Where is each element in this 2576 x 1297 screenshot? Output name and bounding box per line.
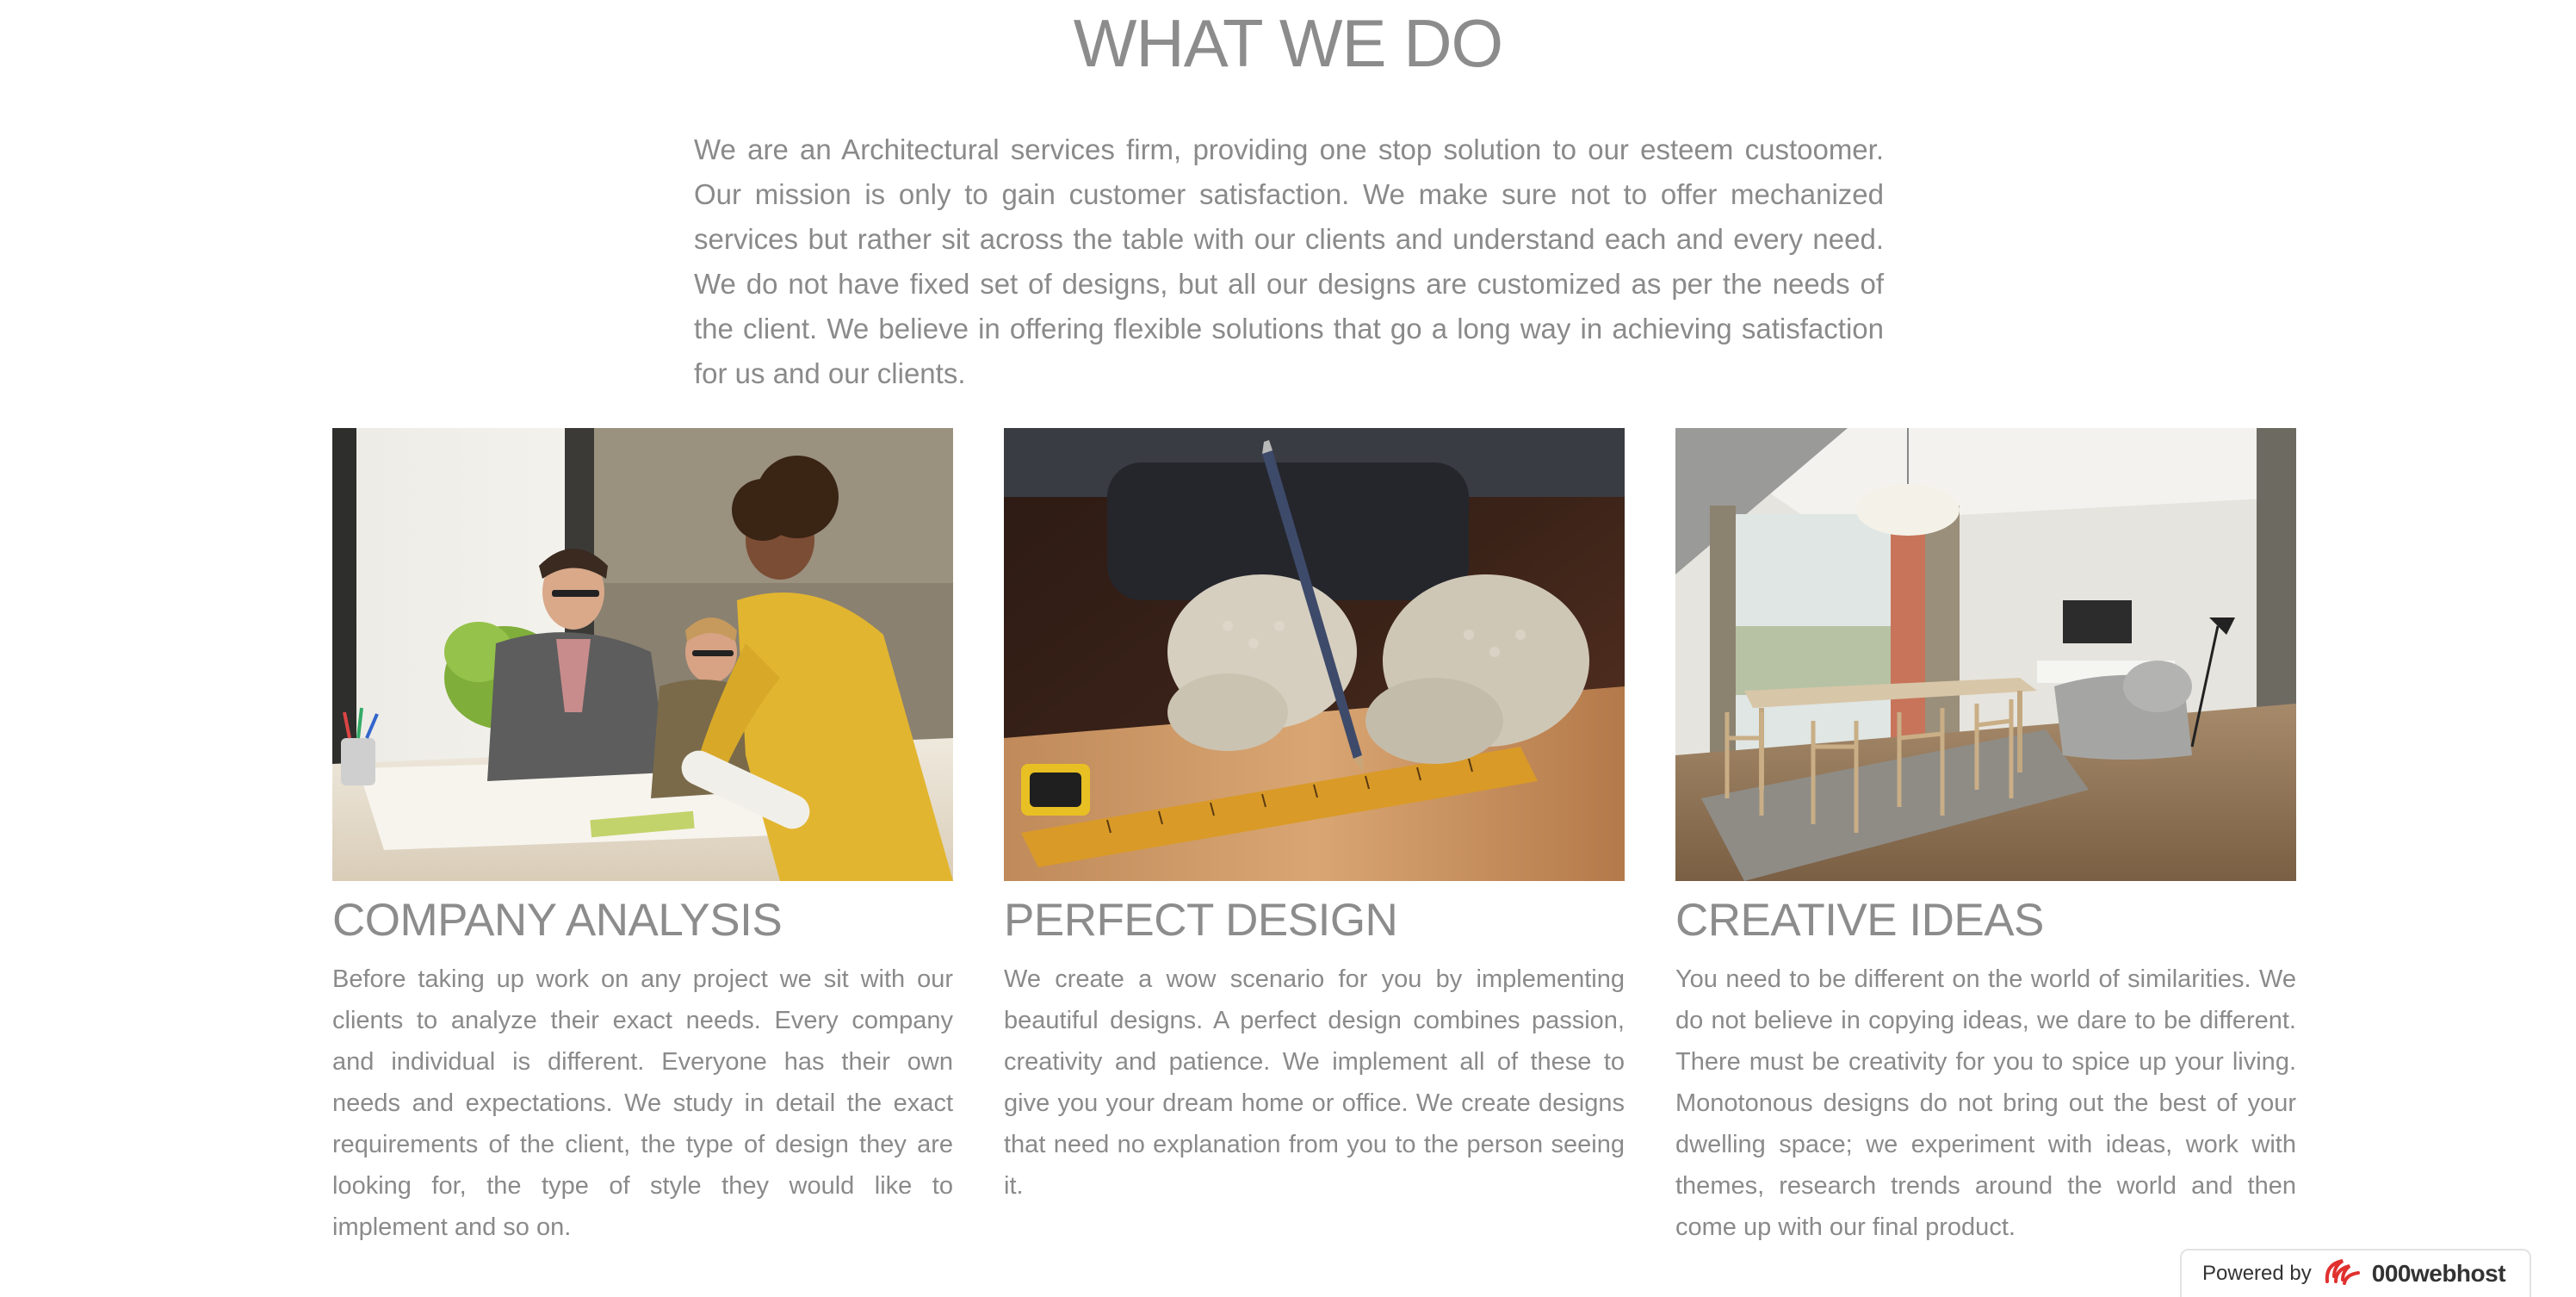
team-reviewing-blueprints-photo (332, 428, 953, 881)
company-analysis-text: Before taking up work on any project we … (332, 965, 953, 1241)
service-card-perfect-design: PERFECT DESIGN We create a wow scenario … (1004, 428, 1625, 1207)
powered-by-label: Powered by (2202, 1262, 2312, 1285)
000webhost-logo-icon (2322, 1256, 2363, 1293)
creative-ideas-text: You need to be different on the world of… (1675, 965, 2296, 1241)
modern-dining-living-room-photo (1675, 428, 2296, 881)
service-card-company-analysis: COMPANY ANALYSIS Before taking up work o… (332, 428, 953, 1248)
perfect-design-title: PERFECT DESIGN (1004, 895, 1398, 946)
powered-by-brand: 000webhost (2371, 1260, 2506, 1287)
section-title: WHAT WE DO (1073, 5, 1503, 81)
service-card-creative-ideas: CREATIVE IDEAS You need to be different … (1675, 428, 2296, 1248)
perfect-design-text: We create a wow scenario for you by impl… (1004, 965, 1625, 1200)
powered-by-badge[interactable]: Powered by 000webhost (2180, 1249, 2531, 1297)
gloved-hands-pencil-ruler-photo (1004, 428, 1625, 881)
what-we-do-section: WHAT WE DO We are an Architectural servi… (0, 0, 2576, 1297)
section-intro: We are an Architectural services firm, p… (694, 133, 1884, 389)
company-analysis-title: COMPANY ANALYSIS (332, 895, 783, 946)
creative-ideas-title: CREATIVE IDEAS (1675, 895, 2044, 946)
